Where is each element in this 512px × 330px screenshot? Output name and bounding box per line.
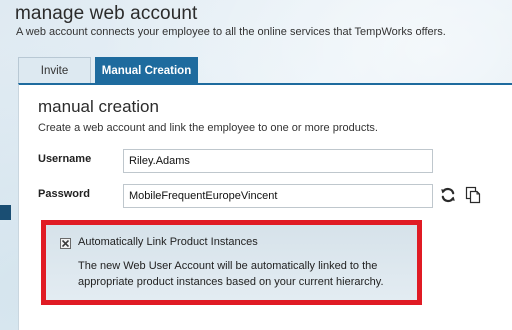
- username-input[interactable]: [123, 149, 433, 173]
- tab-manual-creation[interactable]: Manual Creation: [95, 57, 198, 83]
- manual-creation-panel: manual creation Create a web account and…: [18, 83, 512, 330]
- password-label: Password: [38, 188, 90, 200]
- side-panel-marker: [0, 205, 11, 220]
- page-subtitle: A web account connects your employee to …: [16, 26, 446, 38]
- auto-link-highlight-box: Automatically Link Product Instances The…: [41, 220, 422, 305]
- checkbox-check-icon: [62, 240, 69, 247]
- auto-link-checkbox[interactable]: [60, 238, 71, 249]
- password-input[interactable]: [123, 184, 433, 208]
- copy-icon[interactable]: [464, 186, 482, 204]
- section-description: Create a web account and link the employ…: [38, 122, 378, 134]
- page-title: manage web account: [15, 3, 198, 24]
- auto-link-description: The new Web User Account will be automat…: [78, 260, 384, 288]
- tab-bar: Invite Manual Creation: [18, 57, 198, 83]
- auto-link-checkbox-label[interactable]: Automatically Link Product Instances: [78, 236, 258, 248]
- section-title: manual creation: [38, 97, 159, 116]
- tab-invite[interactable]: Invite: [18, 57, 91, 83]
- refresh-icon[interactable]: [439, 186, 457, 204]
- username-label: Username: [38, 153, 92, 165]
- auto-link-section: Automatically Link Product Instances The…: [46, 225, 417, 300]
